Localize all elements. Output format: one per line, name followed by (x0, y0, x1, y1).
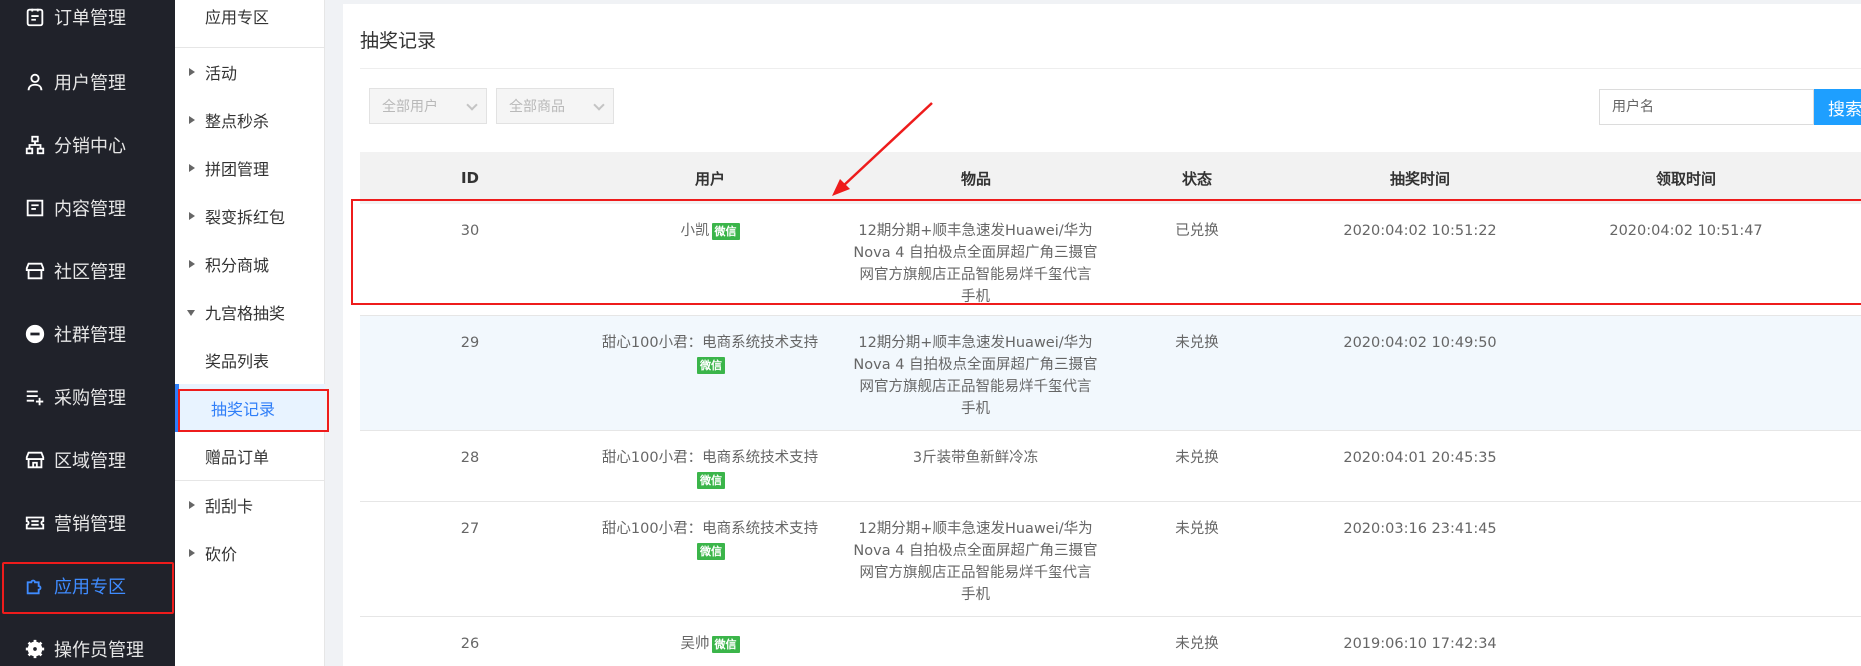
chevron-down-icon (593, 99, 605, 111)
cell-id: 29 (460, 335, 480, 351)
wechat-badge: 微信 (697, 471, 725, 489)
column-header-goods: 物品 (960, 169, 991, 188)
wechat-badge: 微信 (711, 635, 740, 653)
cell-id: 26 (460, 636, 480, 652)
sidebar-item-label: 应用专区 (54, 577, 126, 598)
submenu-item-bargain[interactable]: 砍价 (175, 529, 325, 577)
table-row[interactable]: 27 甜心100小君：电商系统技术支持 微信 12期分期+顺丰急速发Huawei/… (360, 502, 1861, 617)
sidebar-item-marketing[interactable]: 营销管理 (0, 499, 175, 547)
submenu-item-prize-list[interactable]: 奖品列表 (175, 336, 325, 384)
table-row[interactable]: 26 吴帅 微信 未兑换 2019:06:10 17:42:34 (360, 617, 1861, 666)
sidebar-item-label: 社区管理 (54, 262, 126, 283)
sidebar-item-apps[interactable]: 应用专区 (0, 562, 175, 614)
list-add-icon (24, 386, 46, 408)
submenu-title: 应用专区 (205, 8, 270, 27)
sidebar-item-label: 采购管理 (54, 388, 126, 409)
column-header-id: ID (460, 169, 480, 187)
cell-user: 甜心100小君：电商系统技术支持 微信 (585, 447, 835, 491)
goods-filter-select[interactable]: 全部商品 (496, 88, 614, 124)
cell-user: 甜心100小君：电商系统技术支持 微信 (585, 518, 835, 562)
main-panel: 抽奖记录 全部用户 全部商品 搜索 ID 用户 物品 状态 抽奖时间 领取时间 … (343, 4, 1861, 666)
cell-status: 未兑换 (1175, 521, 1219, 537)
column-header-claim-time: 领取时间 (1655, 169, 1716, 188)
hierarchy-icon (24, 134, 46, 156)
sidebar-item-operators[interactable]: 操作员管理 (0, 625, 175, 666)
sidebar-item-groups[interactable]: 社群管理 (0, 310, 175, 358)
cell-draw-time: 2019:06:10 17:42:34 (1343, 636, 1497, 652)
search-button[interactable]: 搜索 (1814, 89, 1861, 125)
submenu-item-activity[interactable]: 活动 (175, 48, 325, 96)
submenu-item-gift-orders[interactable]: 赠品订单 (175, 432, 325, 480)
clipboard-icon (24, 6, 46, 28)
submenu-item-red-packet[interactable]: 裂变拆红包 (175, 192, 325, 240)
highlight-box (351, 199, 1861, 305)
cell-id: 27 (460, 521, 480, 537)
column-header-status: 状态 (1181, 169, 1212, 188)
cell-user: 甜心100小君：电商系统技术支持 微信 (585, 332, 835, 376)
sidebar-item-label: 用户管理 (54, 73, 126, 94)
sidebar-item-region[interactable]: 区域管理 (0, 436, 175, 484)
puzzle-icon (24, 575, 46, 597)
ticket-icon (24, 512, 46, 534)
sidebar-item-label: 营销管理 (54, 514, 126, 535)
cell-draw-time: 2020:03:16 23:41:45 (1343, 521, 1497, 537)
sidebar-item-distribution[interactable]: 分销中心 (0, 121, 175, 169)
page-title: 抽奖记录 (360, 30, 437, 52)
cell-user: 吴帅 微信 (585, 633, 835, 655)
username-search-input[interactable] (1599, 89, 1814, 125)
sidebar-item-users[interactable]: 用户管理 (0, 58, 175, 106)
sidebar-item-label: 区域管理 (54, 451, 126, 472)
user-icon (24, 71, 46, 93)
divider (360, 68, 1861, 69)
submenu-item-lottery[interactable]: 九宫格抽奖 (175, 288, 325, 336)
table-row[interactable]: 28 甜心100小君：电商系统技术支持 微信 3斤装带鱼新鲜冷冻 未兑换 2020… (360, 431, 1861, 502)
cell-status: 未兑换 (1175, 636, 1219, 652)
wechat-badge: 微信 (697, 542, 725, 560)
select-value: 全部商品 (509, 99, 565, 115)
user-name: 吴帅 (680, 636, 710, 652)
user-name: 甜心100小君：电商系统技术支持 (601, 450, 819, 466)
cell-status: 未兑换 (1175, 450, 1219, 466)
cell-id: 28 (460, 450, 480, 466)
gear-icon (24, 638, 46, 660)
table-row[interactable]: 29 甜心100小君：电商系统技术支持 微信 12期分期+顺丰急速发Huawei/… (360, 316, 1861, 431)
user-name: 甜心100小君：电商系统技术支持 (601, 521, 819, 537)
sidebar-item-label: 分销中心 (54, 136, 126, 157)
submenu: 应用专区 活动 整点秒杀 拼团管理 裂变拆红包 积分商城 九宫格抽奖 奖品列表 … (175, 0, 325, 666)
highlight-box (178, 389, 329, 432)
sidebar-item-label: 社群管理 (54, 325, 126, 346)
wechat-badge: 微信 (697, 356, 725, 374)
store-icon (24, 260, 46, 282)
cell-goods: 12期分期+顺丰急速发Huawei/华为Nova 4 自拍极点全面屏超广角三摄官… (853, 521, 1098, 603)
cell-goods: 3斤装带鱼新鲜冷冻 (912, 450, 1039, 466)
submenu-item-scratch-card[interactable]: 刮刮卡 (175, 481, 325, 529)
cell-draw-time: 2020:04:02 10:49:50 (1343, 335, 1497, 351)
sidebar-item-label: 操作员管理 (54, 640, 144, 661)
chevron-down-icon (466, 99, 478, 111)
main-sidebar: 订单管理 用户管理 分销中心 内容管理 社区管理 社群管理 采购管理 区域管理 … (0, 0, 175, 666)
submenu-item-group-buy[interactable]: 拼团管理 (175, 144, 325, 192)
user-name: 甜心100小君：电商系统技术支持 (601, 335, 819, 351)
select-value: 全部用户 (382, 99, 438, 115)
cell-draw-time: 2020:04:01 20:45:35 (1343, 450, 1497, 466)
sidebar-item-purchase[interactable]: 采购管理 (0, 373, 175, 421)
submenu-item-flash-sale[interactable]: 整点秒杀 (175, 96, 325, 144)
sidebar-item-label: 内容管理 (54, 199, 126, 220)
cell-status: 未兑换 (1175, 335, 1219, 351)
table-header: ID 用户 物品 状态 抽奖时间 领取时间 (360, 152, 1861, 204)
shop-icon (24, 449, 46, 471)
sidebar-item-content[interactable]: 内容管理 (0, 184, 175, 232)
sidebar-item-community[interactable]: 社区管理 (0, 247, 175, 295)
user-filter-select[interactable]: 全部用户 (369, 88, 487, 124)
sidebar-item-label: 订单管理 (54, 8, 126, 29)
submenu-item-points-mall[interactable]: 积分商城 (175, 240, 325, 288)
sidebar-item-orders[interactable]: 订单管理 (0, 0, 175, 41)
cell-goods: 12期分期+顺丰急速发Huawei/华为Nova 4 自拍极点全面屏超广角三摄官… (853, 335, 1098, 417)
document-icon (24, 197, 46, 219)
column-header-draw-time: 抽奖时间 (1389, 169, 1450, 188)
column-header-user: 用户 (694, 169, 725, 188)
arrow-annotation-icon (832, 102, 933, 196)
minus-circle-icon (24, 323, 46, 345)
